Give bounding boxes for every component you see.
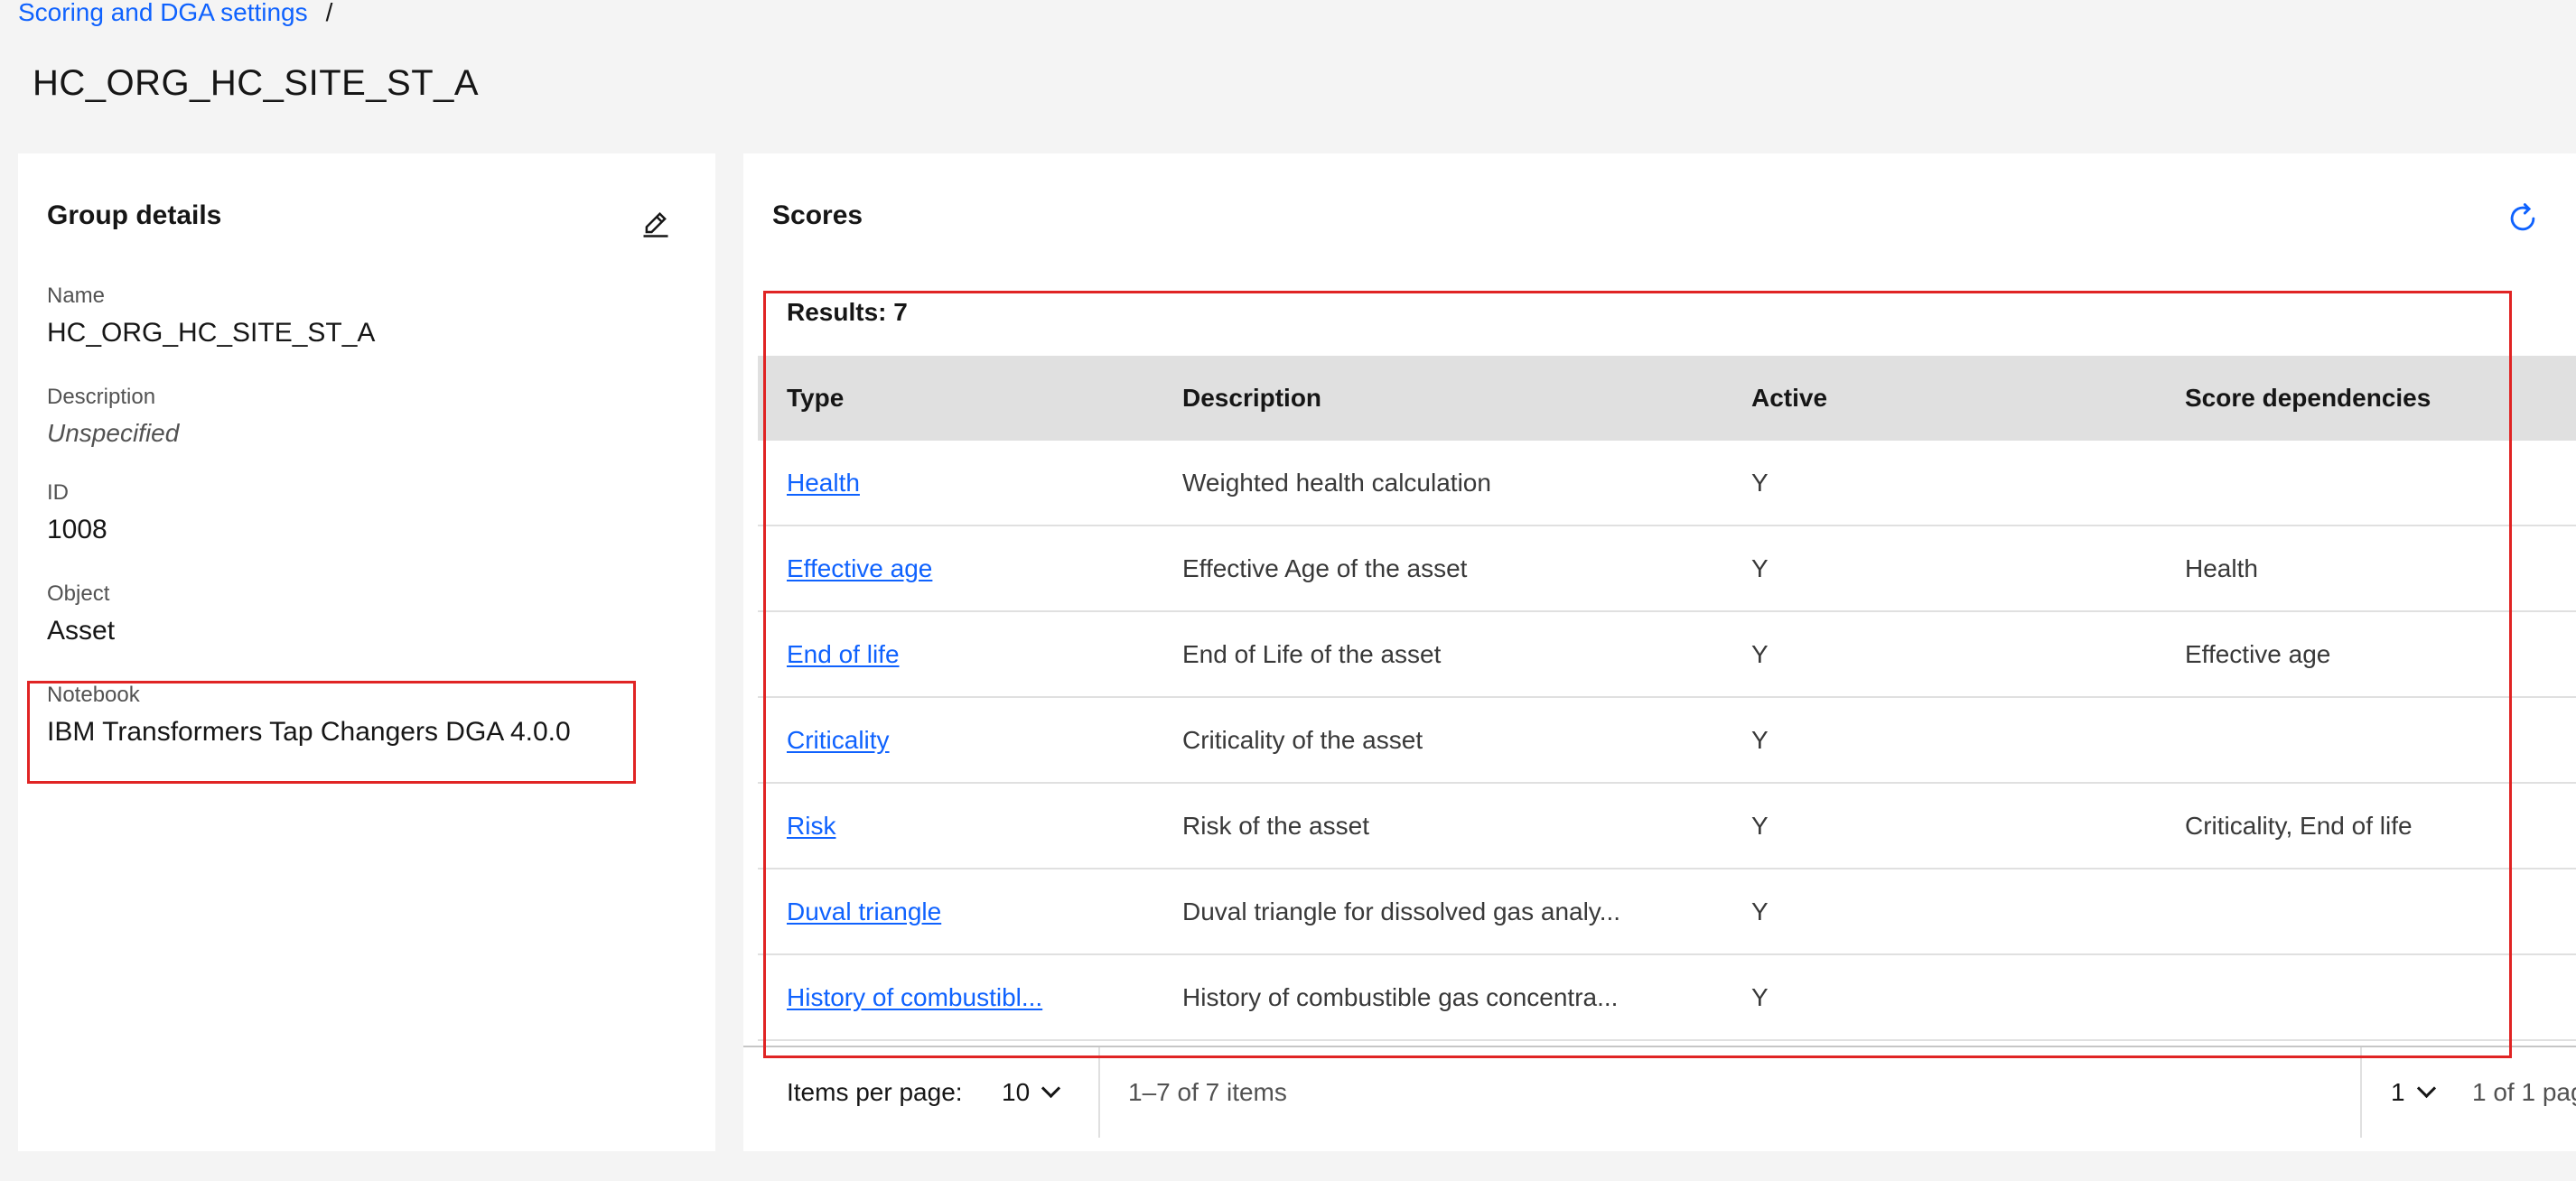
score-description: Criticality of the asset: [1182, 726, 1423, 754]
score-type-link[interactable]: Effective age: [787, 526, 932, 610]
score-active: Y: [1751, 726, 1769, 754]
score-active: Y: [1751, 469, 1769, 497]
page-title: HC_ORG_HC_SITE_ST_A: [33, 63, 480, 103]
scores-heading: Scores: [772, 200, 863, 230]
table-row: Effective age Effective Age of the asset…: [758, 526, 2576, 612]
table-row: Health Weighted health calculation Y: [758, 441, 2576, 526]
breadcrumb-link-scoring-dga-settings[interactable]: Scoring and DGA settings: [18, 0, 308, 27]
breadcrumb: Scoring and DGA settings /: [18, 0, 332, 27]
object-label: Object: [47, 581, 110, 606]
score-type-link[interactable]: Health: [787, 441, 860, 525]
score-type-link[interactable]: History of combustibl...: [787, 955, 1042, 1039]
items-per-page-select[interactable]: 10: [1002, 1047, 1061, 1151]
description-label: Description: [47, 385, 156, 409]
score-active: Y: [1751, 554, 1769, 582]
score-description: History of combustible gas concentra...: [1182, 983, 1619, 1011]
refresh-icon: [2510, 203, 2535, 231]
score-type-link[interactable]: Risk: [787, 784, 835, 868]
items-per-page-label: Items per page:: [787, 1078, 963, 1106]
scores-card: Scores Results: 7 Type Description Activ…: [743, 153, 2576, 1151]
column-header-active: Active: [1751, 384, 1828, 412]
score-dependencies: Effective age: [2185, 640, 2331, 668]
table-row: Criticality Criticality of the asset Y: [758, 698, 2576, 784]
refresh-scores-button[interactable]: [2497, 193, 2548, 244]
table-row: Risk Risk of the asset Y Criticality, En…: [758, 784, 2576, 869]
id-label: ID: [47, 480, 69, 505]
chevron-down-icon: [1041, 1078, 1061, 1099]
group-details-heading: Group details: [47, 200, 222, 230]
object-value: Asset: [47, 616, 116, 646]
results-count: Results: 7: [787, 298, 908, 326]
page-select[interactable]: 1: [2391, 1047, 2436, 1151]
score-dependencies: Criticality, End of life: [2185, 812, 2413, 840]
breadcrumb-separator: /: [325, 0, 333, 26]
score-dependencies: Health: [2185, 554, 2258, 582]
page-select-value: 1: [2391, 1078, 2405, 1106]
notebook-label: Notebook: [47, 683, 140, 707]
description-value: Unspecified: [47, 419, 180, 447]
score-description: End of Life of the asset: [1182, 640, 1442, 668]
column-header-score-dependencies: Score dependencies: [2185, 384, 2431, 412]
column-header-description: Description: [1182, 384, 1322, 412]
score-description: Weighted health calculation: [1182, 469, 1491, 497]
edit-group-button[interactable]: [630, 199, 681, 249]
items-per-page-value: 10: [1002, 1078, 1031, 1106]
notebook-value: IBM Transformers Tap Changers DGA 4.0.0: [47, 717, 571, 747]
table-row: Duval triangle Duval triangle for dissol…: [758, 869, 2576, 955]
score-type-link[interactable]: End of life: [787, 612, 900, 696]
score-active: Y: [1751, 812, 1769, 840]
pagination-divider: [1098, 1047, 1100, 1138]
chevron-down-icon: [2416, 1078, 2436, 1099]
column-header-type: Type: [787, 384, 845, 412]
score-type-link[interactable]: Duval triangle: [787, 869, 941, 953]
score-description: Risk of the asset: [1182, 812, 1369, 840]
table-header: Type Description Active Score dependenci…: [758, 356, 2576, 441]
scores-table: Type Description Active Score dependenci…: [758, 356, 2576, 1041]
pagination-divider: [2360, 1047, 2362, 1138]
name-label: Name: [47, 284, 106, 308]
score-description: Duval triangle for dissolved gas analy..…: [1182, 897, 1621, 925]
score-type-link[interactable]: Criticality: [787, 698, 890, 782]
table-row: End of life End of Life of the asset Y E…: [758, 612, 2576, 698]
score-active: Y: [1751, 897, 1769, 925]
pagination-range: 1–7 of 7 items: [1128, 1078, 1287, 1106]
table-row: History of combustibl... History of comb…: [758, 955, 2576, 1041]
pencil-icon: [643, 211, 668, 237]
score-description: Effective Age of the asset: [1182, 554, 1468, 582]
score-active: Y: [1751, 983, 1769, 1011]
name-value: HC_ORG_HC_SITE_ST_A: [47, 318, 376, 348]
score-active: Y: [1751, 640, 1769, 668]
pagination-bar: Items per page: 10 1–7 of 7 items 1 1 of…: [743, 1046, 2576, 1151]
group-details-card: Group details Name HC_ORG_HC_SITE_ST_A D…: [18, 153, 715, 1151]
page-total: 1 of 1 pages: [2472, 1078, 2576, 1106]
id-value: 1008: [47, 515, 107, 544]
